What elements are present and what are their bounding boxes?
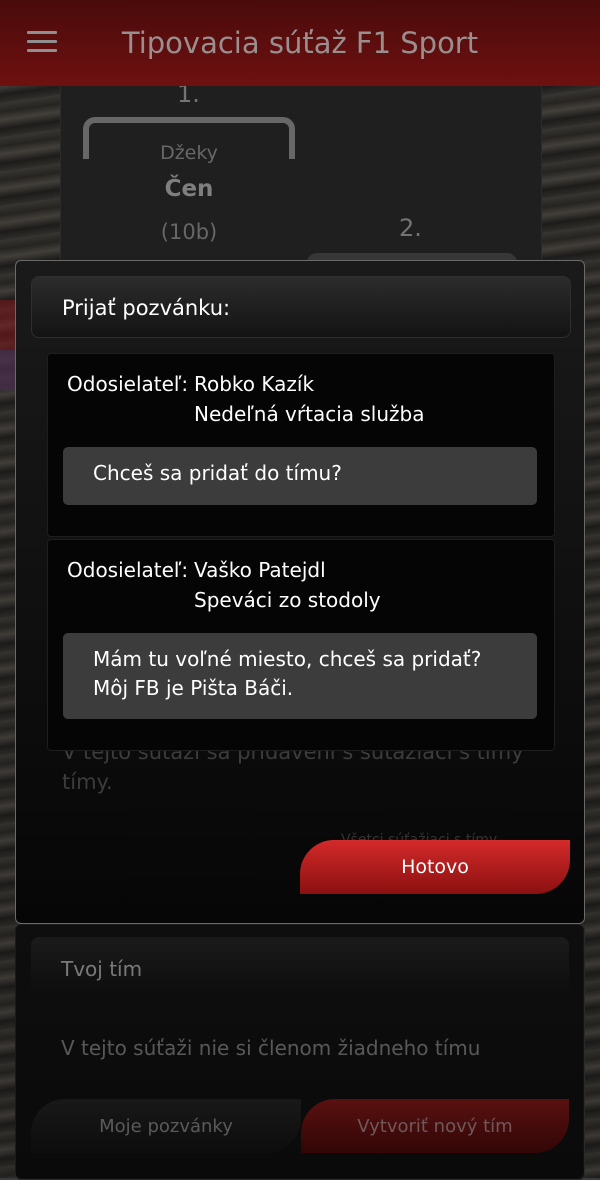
app-header: Tipovacia súťaž F1 Sport [0, 0, 600, 86]
team-card-dim [15, 924, 583, 1178]
done-button[interactable]: Hotovo [300, 840, 570, 894]
invite-message: Chceš sa pridať do tímu? [63, 447, 537, 505]
invite-message: Mám tu voľné miesto, chceš sa pridať? Mô… [63, 633, 537, 719]
sender-label: Odosielateľ: [67, 372, 189, 396]
modal-header: Prijať pozvánku: [31, 276, 571, 338]
invite-card[interactable]: Odosielateľ: Robko Kazík Nedeľná vŕtacia… [47, 353, 555, 537]
sender-name: Vaško Patejdl [194, 558, 326, 582]
hidden-info-line: tímy. [62, 770, 113, 794]
invite-team-name: Nedeľná vŕtacia služba [194, 402, 425, 426]
invite-team-name: Speváci zo stodoly [194, 588, 381, 612]
app-title: Tipovacia súťaž F1 Sport [121, 26, 479, 60]
invite-card[interactable]: Odosielateľ: Vaško Patejdl Speváci zo st… [47, 539, 555, 751]
sender-name: Robko Kazík [194, 372, 315, 396]
sender-label: Odosielateľ: [67, 558, 189, 582]
invite-message-line: Mám tu voľné miesto, chceš sa pridať? [93, 647, 482, 671]
invite-message-text: Chceš sa pridať do tímu? [93, 461, 342, 485]
invite-message-line: Môj FB je Pišta Báči. [93, 676, 294, 700]
accept-invite-modal: Prijať pozvánku: Odosielateľ: Robko Kazí… [15, 260, 585, 924]
modal-title: Prijať pozvánku: [62, 296, 231, 320]
